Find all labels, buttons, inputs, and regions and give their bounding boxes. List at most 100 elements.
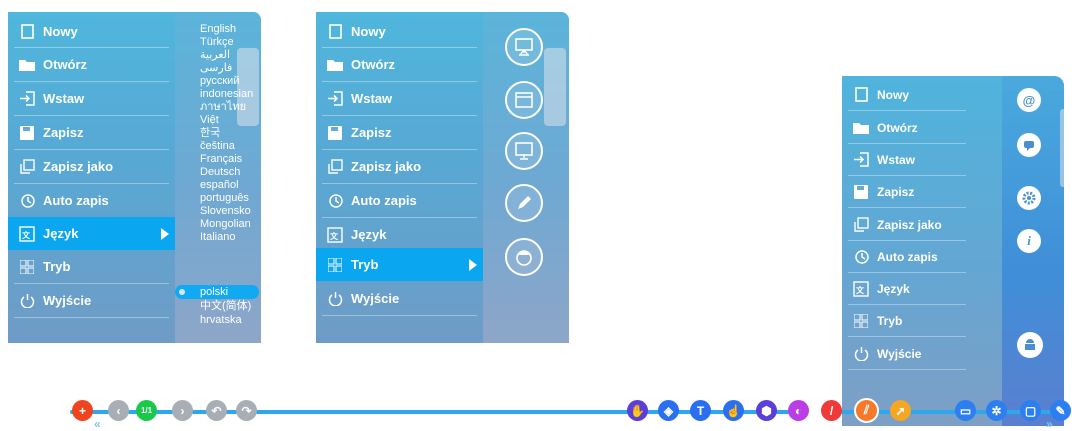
language-option[interactable]: Deutsch — [200, 166, 240, 178]
menu-label: Wstaw — [351, 91, 393, 106]
language-option[interactable]: 한국 — [200, 127, 220, 139]
undo-button[interactable]: ↶ — [206, 400, 227, 421]
redo-button[interactable]: ↷ — [236, 400, 257, 421]
language-option[interactable]: Italiano — [200, 231, 235, 243]
language-option[interactable]: فارسی — [200, 62, 232, 74]
menu-label: Zapisz jako — [43, 159, 114, 174]
right-scrollbar[interactable] — [1060, 109, 1064, 187]
menu-new[interactable]: Nowy — [316, 15, 483, 48]
fill-tool-button[interactable]: ◈ — [658, 400, 679, 421]
power-icon — [327, 291, 343, 307]
menu-label: Wyjście — [351, 291, 400, 306]
grid-icon — [327, 257, 343, 273]
monitor-stand-icon[interactable] — [505, 28, 543, 66]
highlighter-tool-button[interactable]: ⫽ — [854, 398, 879, 423]
menu-save[interactable]: Zapisz — [8, 116, 175, 149]
language-option[interactable]: русский — [200, 75, 239, 87]
menu-auto-save[interactable]: Auto zapis — [8, 184, 175, 217]
language-icon: 文 — [853, 280, 869, 297]
menu-open[interactable]: Otwórz — [8, 48, 175, 81]
pen-tool-button[interactable]: / — [821, 400, 842, 421]
language-icon: 文 — [19, 225, 35, 242]
screen-icon[interactable] — [505, 132, 543, 170]
at-icon[interactable]: @ — [1017, 88, 1041, 112]
pointer-tool-button[interactable]: ➚ — [890, 400, 911, 421]
settings-icon[interactable] — [1017, 186, 1041, 210]
edit-button[interactable]: ✎ — [1050, 400, 1071, 421]
language-option[interactable]: العربية — [200, 49, 230, 61]
menu-label: Zapisz — [351, 125, 392, 140]
menu-label: Język — [43, 226, 79, 241]
menu-exit[interactable]: Wyjście — [316, 282, 483, 315]
language-option[interactable]: español — [200, 179, 239, 191]
language-option[interactable]: Slovensko — [200, 205, 251, 217]
menu-insert[interactable]: Wstaw — [316, 82, 483, 115]
language-option[interactable]: Mongolian — [200, 218, 251, 230]
language-option[interactable]: Việt — [200, 114, 219, 126]
text-tool-button[interactable]: T — [690, 400, 711, 421]
open-folder-button[interactable]: ▭ — [955, 400, 976, 421]
hand-tool-button[interactable]: ✋ — [627, 400, 648, 421]
language-option[interactable]: English — [200, 23, 236, 35]
mode-scrollbar[interactable] — [544, 48, 566, 126]
pencil-icon[interactable] — [505, 184, 543, 222]
language-option[interactable]: hrvatska — [200, 314, 242, 326]
shape-tool-button[interactable]: ⬢ — [756, 400, 777, 421]
android-icon[interactable] — [1017, 332, 1043, 358]
face-icon[interactable] — [505, 238, 543, 276]
language-option[interactable]: 中文(简体) — [200, 300, 251, 312]
menu-language[interactable]: 文 Język — [842, 272, 1002, 305]
chat-icon[interactable] — [1017, 133, 1041, 157]
eraser-tool-button[interactable]: ◐ — [788, 400, 809, 421]
menu-save-as[interactable]: Zapisz jako — [842, 208, 1002, 241]
menu-mode[interactable]: Tryb — [842, 304, 1002, 337]
menu-insert[interactable]: Wstaw — [842, 143, 1002, 176]
menu-label: Otwórz — [877, 120, 918, 135]
menu-insert[interactable]: Wstaw — [8, 82, 175, 115]
language-option[interactable]: ภาษาไทย — [200, 101, 246, 113]
menu-language[interactable]: 文 Język — [316, 218, 483, 251]
insert-icon — [853, 152, 869, 168]
menu-mode[interactable]: Tryb — [8, 250, 175, 283]
touch-tool-button[interactable]: ☝ — [723, 400, 744, 421]
menu-save[interactable]: Zapisz — [316, 116, 483, 149]
menu-label: Tryb — [877, 313, 903, 328]
language-scrollbar[interactable] — [237, 48, 259, 126]
settings-button[interactable]: ✲ — [986, 400, 1007, 421]
menu-label: Wstaw — [43, 91, 85, 106]
svg-text:文: 文 — [22, 230, 31, 240]
save-icon — [853, 184, 869, 200]
new-file-icon — [327, 24, 343, 40]
power-icon — [853, 346, 869, 362]
menu-save-as[interactable]: Zapisz jako — [316, 150, 483, 183]
language-option[interactable]: čeština — [200, 140, 235, 152]
language-option[interactable]: Türkçe — [200, 36, 234, 48]
language-option[interactable]: indonesian — [200, 88, 253, 100]
next-page-button[interactable]: › — [172, 400, 193, 421]
menu-mode[interactable]: Tryb — [316, 248, 483, 281]
info-icon[interactable]: i — [1017, 229, 1041, 253]
language-option[interactable]: Français — [200, 153, 242, 165]
menu-save-as[interactable]: Zapisz jako — [8, 150, 175, 183]
menu-auto-save[interactable]: Auto zapis — [316, 184, 483, 217]
menu-auto-save[interactable]: Auto zapis — [842, 240, 1002, 273]
display-button[interactable]: ▢ — [1020, 400, 1041, 421]
window-icon[interactable] — [505, 81, 543, 119]
menu-new[interactable]: Nowy — [8, 15, 175, 48]
add-page-button[interactable]: + — [72, 400, 93, 421]
history-icon — [853, 249, 869, 265]
menu-label: Nowy — [351, 24, 386, 39]
menu-exit[interactable]: Wyjście — [8, 284, 175, 317]
language-option[interactable]: polski — [200, 286, 228, 298]
insert-icon — [19, 91, 35, 107]
prev-page-button[interactable]: ‹ — [108, 400, 129, 421]
page-indicator[interactable]: 1/1 — [136, 400, 157, 421]
menu-language[interactable]: 文 Język — [8, 217, 175, 250]
menu-open[interactable]: Otwórz — [842, 111, 1002, 144]
language-option[interactable]: português — [200, 192, 249, 204]
menu-save[interactable]: Zapisz — [842, 175, 1002, 208]
save-icon — [327, 125, 343, 141]
menu-new[interactable]: Nowy — [842, 78, 1002, 111]
menu-open[interactable]: Otwórz — [316, 48, 483, 81]
menu-exit[interactable]: Wyjście — [842, 337, 1002, 370]
